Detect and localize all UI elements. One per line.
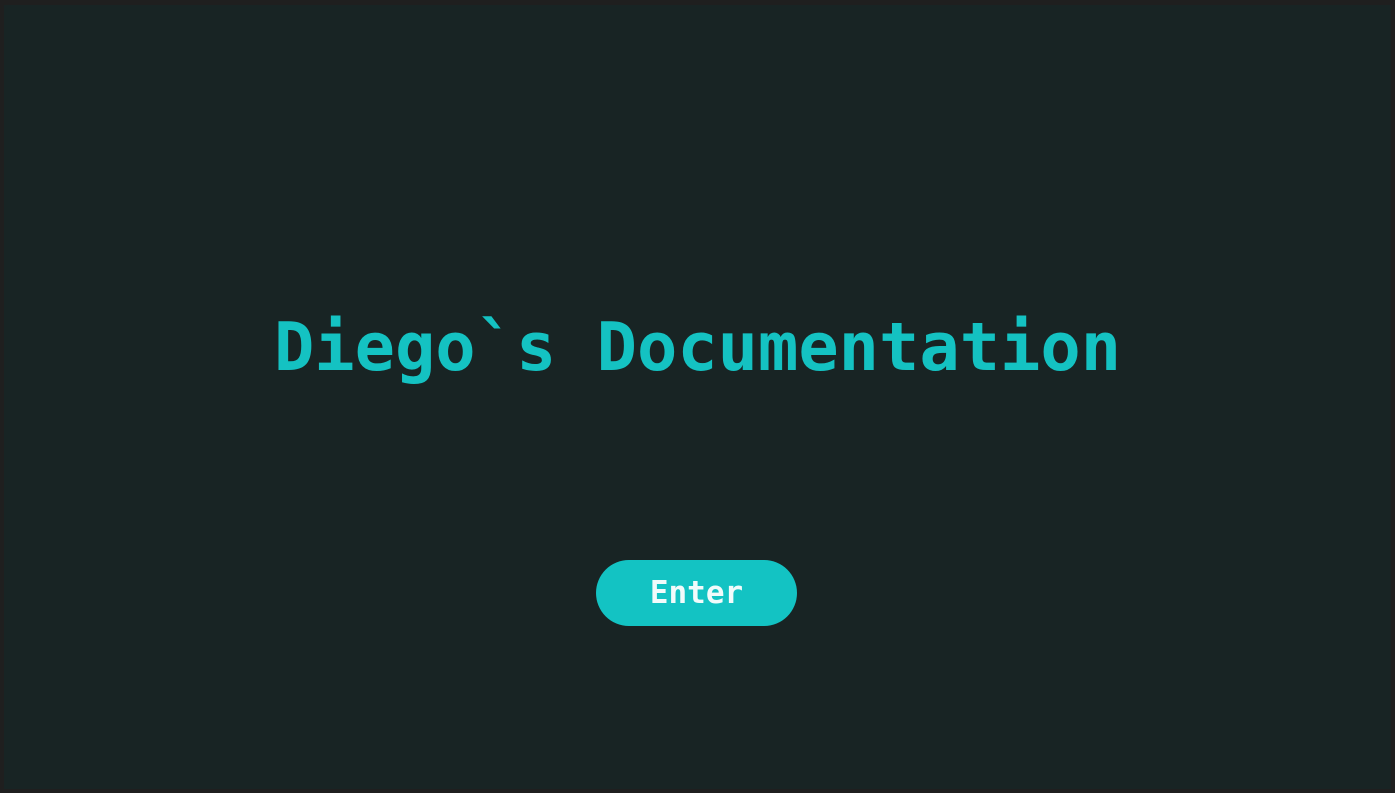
page-title: Diego`s Documentation — [273, 308, 1122, 386]
enter-button[interactable]: Enter — [596, 560, 797, 626]
landing-screen: Diego`s Documentation Enter — [0, 0, 1395, 793]
